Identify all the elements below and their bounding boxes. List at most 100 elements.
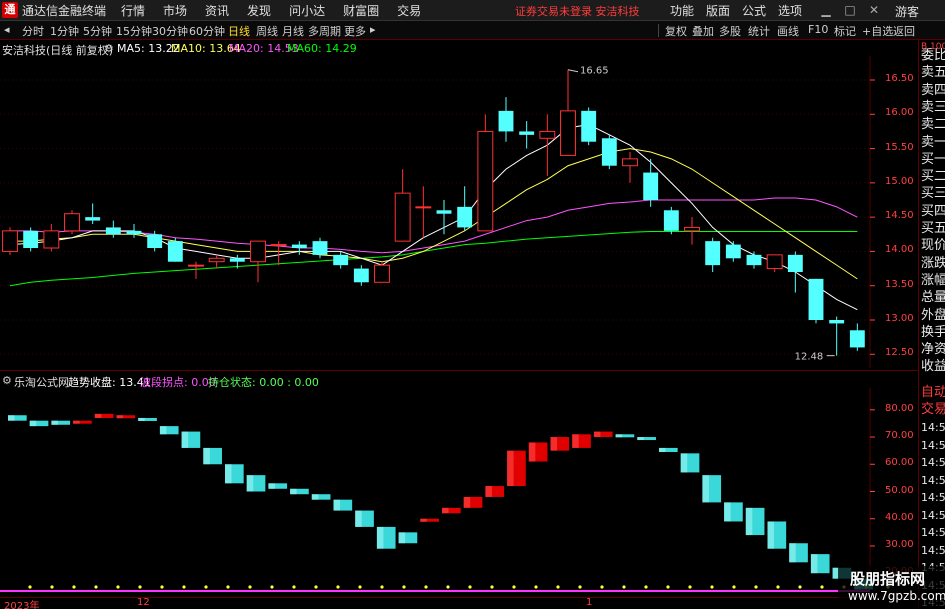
signal-dot bbox=[138, 585, 142, 589]
menu-options[interactable]: 选项 bbox=[772, 2, 808, 19]
indicator-bar-highlight bbox=[789, 543, 796, 563]
candle-body bbox=[457, 206, 473, 228]
period-tab[interactable]: 5分钟 bbox=[83, 23, 112, 39]
period-tab[interactable]: 15分钟 bbox=[116, 23, 152, 39]
side-panel-label: 买三 bbox=[921, 186, 945, 202]
indicator-bar-highlight bbox=[420, 518, 427, 522]
toolbar-multi-button[interactable]: 多股 bbox=[719, 23, 741, 39]
candle-body bbox=[746, 254, 762, 266]
login-notice[interactable]: 证券交易未登录 安洁科技 bbox=[515, 3, 640, 19]
toolbar-draw-button[interactable]: 画线 bbox=[777, 23, 799, 39]
side-panel-time: 14:56 bbox=[921, 543, 945, 557]
close-icon[interactable]: ✕ bbox=[866, 2, 882, 18]
app-title: 通达信金融终端 bbox=[22, 3, 107, 18]
price-tick-label: 15.50 bbox=[885, 141, 914, 153]
menu-trade[interactable]: 交易 bbox=[388, 2, 430, 19]
price-chart[interactable]: 16.65 12.48 bbox=[0, 56, 918, 368]
side-panel-auto-label[interactable]: 交易 bbox=[921, 402, 945, 417]
indicator-bar-highlight bbox=[376, 526, 384, 549]
toolbar-restore-button[interactable]: 复权 bbox=[665, 23, 687, 39]
indicator-bar-highlight bbox=[442, 507, 449, 514]
toolbar-watchlist-button[interactable]: +自选 bbox=[862, 23, 893, 39]
signal-dot bbox=[644, 585, 648, 589]
menu-quotes[interactable]: 行情 bbox=[112, 2, 154, 19]
menu-function[interactable]: 功能 bbox=[664, 2, 700, 19]
period-tab[interactable]: 30分钟 bbox=[152, 23, 188, 39]
minimize-icon[interactable]: ▁ bbox=[818, 2, 834, 18]
menu-ask[interactable]: 问小达 bbox=[280, 2, 334, 19]
signal-dot bbox=[710, 585, 714, 589]
watermark-url: www.7gpzb.com bbox=[848, 589, 945, 603]
indicator-bar-highlight bbox=[810, 554, 818, 574]
signal-dot bbox=[314, 585, 318, 589]
more-arrow-icon[interactable]: ▸ bbox=[370, 23, 376, 36]
period-tab[interactable]: 周线 bbox=[256, 23, 278, 39]
signal-dot bbox=[534, 585, 538, 589]
candle-body bbox=[312, 241, 328, 255]
indicator-bar-highlight bbox=[398, 532, 406, 544]
ma60-line bbox=[9, 231, 858, 287]
candle-body bbox=[663, 210, 679, 231]
side-panel-auto-label[interactable]: 自动 bbox=[921, 385, 945, 400]
indicator-tick-label: 60.00 bbox=[885, 457, 914, 469]
signal-dot bbox=[402, 585, 406, 589]
candle-body bbox=[622, 158, 638, 167]
period-tab-more[interactable]: 更多 bbox=[344, 23, 366, 39]
date-label: 2023年 bbox=[4, 601, 40, 609]
signal-dot bbox=[578, 585, 582, 589]
candle-body bbox=[167, 241, 183, 262]
candle-body bbox=[829, 320, 845, 324]
indicator-bar-highlight bbox=[355, 510, 362, 527]
signal-dot bbox=[820, 585, 824, 589]
candle-body bbox=[85, 217, 101, 221]
candle-body bbox=[436, 210, 452, 214]
menu-discover[interactable]: 发现 bbox=[238, 2, 280, 19]
side-panel-time: 14:56 bbox=[921, 421, 945, 434]
indicator-chart[interactable] bbox=[0, 388, 918, 595]
signal-dot bbox=[688, 585, 692, 589]
toolbar-left-arrow-icon[interactable]: ◂ bbox=[4, 23, 10, 36]
side-panel-label: 卖一 bbox=[921, 134, 945, 150]
period-tab[interactable]: 月线 bbox=[282, 23, 304, 39]
toolbar-back-button[interactable]: 返回 bbox=[893, 23, 915, 39]
indicator-bar-highlight bbox=[159, 426, 167, 435]
candle-body bbox=[105, 227, 121, 235]
menu-wealth[interactable]: 财富圈 bbox=[334, 2, 388, 19]
indicator-bar-highlight bbox=[767, 521, 775, 549]
menu-news[interactable]: 资讯 bbox=[196, 2, 238, 19]
maximize-icon[interactable]: □ bbox=[842, 2, 858, 18]
signal-dot bbox=[512, 585, 516, 589]
indicator-settings-icon[interactable]: ⚙ bbox=[2, 374, 12, 387]
guest-label[interactable]: 游客 bbox=[895, 3, 919, 20]
signal-dot bbox=[182, 585, 186, 589]
period-tab[interactable]: 多周期 bbox=[308, 23, 341, 39]
candle-body bbox=[229, 258, 245, 262]
period-tab[interactable]: 分时 bbox=[22, 23, 44, 39]
toolbar-f10-button[interactable]: F10 bbox=[808, 23, 828, 36]
menu-formula[interactable]: 公式 bbox=[736, 2, 772, 19]
toolbar-overlay-button[interactable]: 叠加 bbox=[692, 23, 714, 39]
signal-dot bbox=[336, 585, 340, 589]
side-panel-label: 卖四 bbox=[921, 82, 945, 98]
low-annotation: 12.48 bbox=[795, 352, 824, 363]
signal-dot bbox=[160, 585, 164, 589]
indicator-bar-highlight bbox=[463, 496, 471, 508]
side-panel-time: 14:56 bbox=[921, 456, 945, 469]
indicator-bar-highlight bbox=[311, 494, 319, 500]
toolbar-stats-button[interactable]: 统计 bbox=[748, 23, 770, 39]
indicator-bar-highlight bbox=[550, 437, 558, 451]
indicator-bar-highlight bbox=[138, 417, 145, 421]
menu-layout[interactable]: 版面 bbox=[700, 2, 736, 19]
settings-icon[interactable]: ⚙ bbox=[104, 42, 114, 55]
toolbar-mark-button[interactable]: 标记 bbox=[834, 23, 856, 39]
signal-dot bbox=[446, 585, 450, 589]
indicator-bar-highlight bbox=[724, 502, 731, 522]
side-panel-label: 涨幅 bbox=[921, 272, 945, 288]
period-tab[interactable]: 60分钟 bbox=[189, 23, 225, 39]
period-tab[interactable]: 1分钟 bbox=[50, 23, 79, 39]
indicator-bar-highlight bbox=[615, 434, 623, 438]
ma60-label: MA60: 14.29 bbox=[287, 42, 357, 55]
menu-market[interactable]: 市场 bbox=[154, 2, 196, 19]
period-tab-active[interactable]: 日线 bbox=[228, 23, 250, 39]
candle-body bbox=[374, 264, 390, 283]
